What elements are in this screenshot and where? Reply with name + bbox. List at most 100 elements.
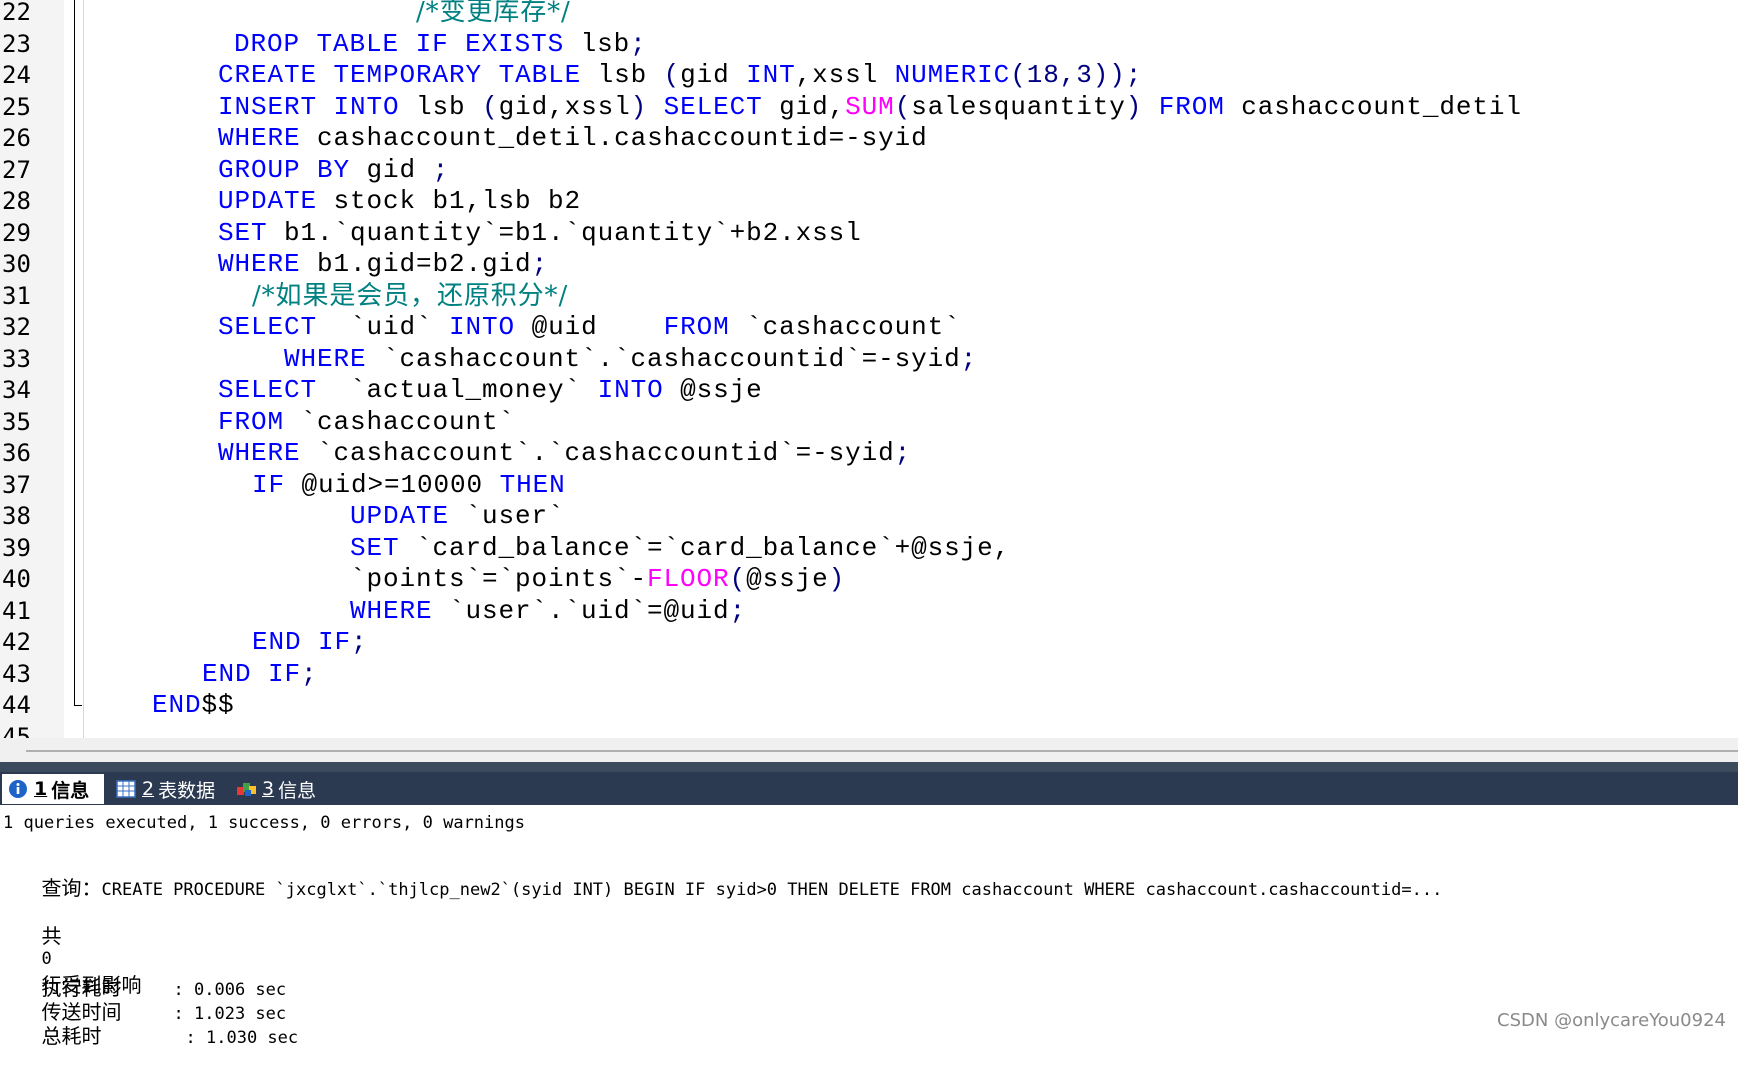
code-token: IF: [318, 627, 352, 657]
tab-label: 信息: [51, 779, 90, 802]
tab-messages-1[interactable]: 1 信息: [2, 774, 104, 804]
code-token: stock b1,lsb b2: [317, 186, 582, 216]
code-text: WHERE `cashaccount`.`cashaccountid`=-syi…: [218, 438, 911, 470]
line-number: 32: [2, 313, 31, 341]
code-line[interactable]: 45: [0, 722, 1738, 739]
code-line[interactable]: 26 WHERE cashaccount_detil.cashaccountid=…: [0, 123, 1738, 155]
query-label: 查询：: [41, 876, 102, 900]
code-line[interactable]: 30 WHERE b1.gid=b2.gid;: [0, 249, 1738, 281]
code-text: END IF;: [202, 659, 318, 691]
code-token: END: [252, 627, 302, 657]
watermark: CSDN @onlycareYou0924: [1497, 1010, 1726, 1031]
code-token: SUM: [845, 91, 895, 122]
code-token: gid: [680, 60, 747, 90]
code-line[interactable]: 24 CREATE TEMPORARY TABLE lsb (gid INT,xs…: [0, 60, 1738, 92]
tab-number: 2: [142, 778, 155, 800]
line-number: 39: [2, 533, 31, 562]
code-text: SELECT `actual_money` INTO @ssje: [218, 375, 763, 407]
code-line[interactable]: 23 DROP TABLE IF EXISTS lsb;: [0, 29, 1738, 61]
line-number: 23: [2, 29, 31, 58]
code-token: GROUP: [218, 154, 301, 185]
line-number: 42: [2, 628, 31, 656]
code-token: TABLE: [316, 28, 400, 59]
code-token: CREATE: [218, 60, 318, 90]
code-line[interactable]: 32 SELECT `uid` INTO @uid FROM `cashaccou…: [0, 312, 1738, 344]
code-token: `actual_money`: [317, 375, 598, 405]
tab-table-data[interactable]: 2 表数据: [110, 774, 224, 804]
code-token: TEMPORARY: [333, 60, 483, 90]
code-token: SELECT: [663, 91, 763, 122]
code-line[interactable]: 28 UPDATE stock b1,lsb b2: [0, 186, 1738, 218]
code-token: lsb: [564, 28, 631, 59]
tab-number: 3: [262, 778, 275, 800]
code-token: UPDATE: [218, 186, 318, 216]
info-icon: [8, 779, 28, 799]
code-token: /*如果是会员，还原积分*/: [252, 280, 569, 311]
result-tab-bar: 1 信息 2 表数据 3 信息: [0, 772, 1738, 805]
code-line[interactable]: 33 WHERE `cashaccount`.`cashaccountid`=-s…: [0, 344, 1738, 376]
code-text: UPDATE `user`: [350, 501, 565, 533]
code-line[interactable]: 40 `points`=`points`-FLOOR(@ssje): [0, 564, 1738, 596]
timing-value: : 1.030 sec: [185, 1028, 299, 1048]
code-token: b1.gid=b2.gid: [300, 249, 532, 279]
code-token: NUMERIC: [894, 60, 1011, 90]
code-token: SET: [350, 532, 400, 563]
code-token: THEN: [499, 469, 566, 500]
code-token: gid,: [762, 91, 846, 122]
code-token: ;: [351, 627, 368, 657]
sql-editor[interactable]: 22 /*变更库存*/ 23 DROP TABLE IF EXISTS lsb; 24 C…: [0, 0, 1738, 738]
line-number: 45: [2, 722, 31, 739]
code-token: DROP: [234, 28, 301, 59]
code-text: /*变更库存*/: [416, 0, 571, 30]
panel-splitter[interactable]: [0, 762, 1738, 772]
code-token: FROM: [663, 312, 730, 342]
line-number: 41: [2, 596, 31, 625]
code-token: ;: [531, 249, 549, 279]
code-token: $$: [201, 690, 235, 720]
code-line[interactable]: 44 END$$: [0, 690, 1738, 722]
line-number: 29: [2, 218, 31, 247]
code-token: BY: [317, 154, 351, 185]
line-number: 27: [2, 155, 31, 184]
code-line[interactable]: 36 WHERE `cashaccount`.`cashaccountid`=-s…: [0, 438, 1738, 470]
code-line[interactable]: 35 FROM `cashaccount`: [0, 407, 1738, 439]
line-number: 28: [2, 187, 31, 215]
line-number: 44: [2, 691, 31, 719]
code-text: END$$: [152, 690, 235, 722]
horizontal-scrollbar[interactable]: [0, 738, 1738, 764]
code-token: ;: [301, 658, 318, 689]
code-line[interactable]: 25 INSERT INTO lsb (gid,xssl) SELECT gid,…: [0, 92, 1738, 124]
code-line[interactable]: 38 UPDATE `user`: [0, 501, 1738, 533]
code-text: `points`=`points`-FLOOR(@ssje): [350, 564, 845, 596]
code-text: IF @uid>=10000 THEN: [252, 470, 566, 502]
code-token: FROM: [218, 406, 285, 437]
code-line[interactable]: 39 SET `card_balance`=`card_balance`+@ssj…: [0, 533, 1738, 565]
code-token: INTO: [597, 375, 664, 405]
code-line[interactable]: 34 SELECT `actual_money` INTO @ssje: [0, 375, 1738, 407]
code-line[interactable]: 43 END IF;: [0, 659, 1738, 691]
message-output: 1 queries executed, 1 success, 0 errors,…: [0, 805, 1738, 1048]
code-text: SELECT `uid` INTO @uid FROM `cashaccount…: [218, 312, 961, 344]
tab-label: 表数据: [158, 779, 216, 802]
code-line[interactable]: 29 SET b1.`quantity`=b1.`quantity`+b2.xss…: [0, 218, 1738, 250]
code-token: END: [202, 658, 252, 689]
code-line[interactable]: 27 GROUP BY gid ;: [0, 155, 1738, 187]
code-line[interactable]: 37 IF @uid>=10000 THEN: [0, 470, 1738, 502]
code-text: WHERE cashaccount_detil.cashaccountid=-s…: [218, 123, 928, 155]
code-token: (: [482, 91, 499, 122]
code-text: SET b1.`quantity`=b1.`quantity`+b2.xssl: [218, 218, 862, 250]
code-token: INTO: [449, 312, 516, 342]
tab-messages-3[interactable]: 3 信息: [230, 774, 334, 804]
code-token: @ssje: [663, 375, 763, 405]
code-line[interactable]: 22 /*变更库存*/: [0, 0, 1738, 29]
code-token: ;: [729, 595, 747, 626]
code-line[interactable]: 41 WHERE `user`.`uid`=@uid;: [0, 596, 1738, 628]
line-number: 43: [2, 659, 31, 688]
code-line[interactable]: 31 /*如果是会员，还原积分*/: [0, 281, 1738, 313]
code-line[interactable]: 42 END IF;: [0, 627, 1738, 659]
line-number: 31: [2, 281, 31, 310]
